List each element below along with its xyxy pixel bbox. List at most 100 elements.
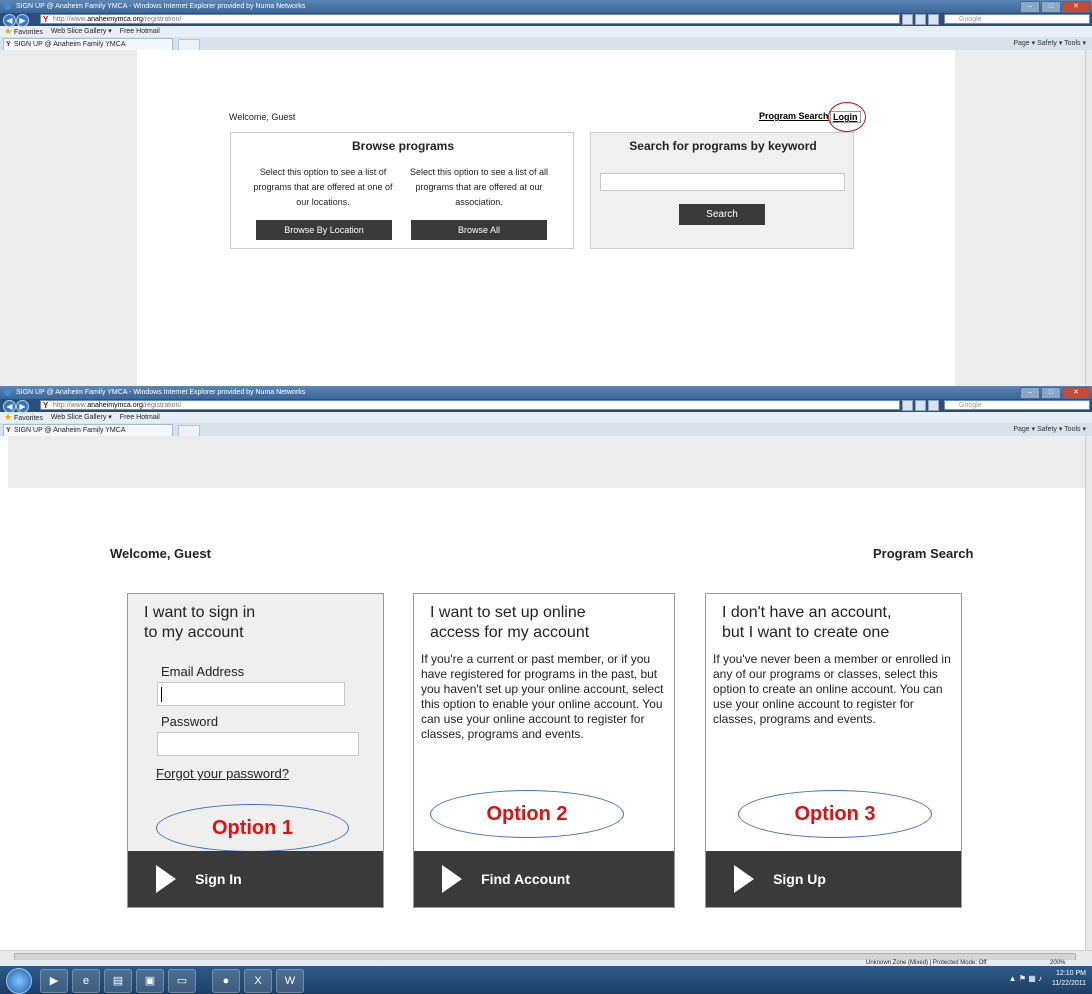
- option-3-annotation: Option 3: [738, 790, 932, 838]
- command-bar[interactable]: Page ▾ Safety ▾ Tools ▾: [1013, 38, 1086, 49]
- compat-view-icon[interactable]: [902, 400, 913, 411]
- document-icon[interactable]: ▤: [104, 969, 132, 993]
- vertical-scrollbar-bottom[interactable]: [1085, 436, 1092, 950]
- ie-icon: [4, 3, 11, 10]
- sign-up-description: If you've never been a member or enrolle…: [713, 652, 951, 726]
- browse-location-description: Select this option to see a list of prog…: [253, 167, 393, 207]
- address-bar-row: ◀ ▶ Yhttp://www.anaheimymca.org/registra…: [0, 13, 1092, 27]
- sign-up-title: I don't have an account, but I want to cr…: [722, 604, 892, 641]
- program-search-link[interactable]: Program Search: [759, 111, 829, 121]
- sign-up-button[interactable]: Sign Up: [706, 851, 961, 907]
- web-slice-gallery-link[interactable]: Web Slice Gallery ▾: [51, 26, 112, 37]
- play-icon: [734, 865, 754, 893]
- find-account-description: If you're a current or past member, or i…: [421, 652, 664, 741]
- taskbar: ▶ e ▤ ▣ ▭ ● X W ▲ ⚑ ▦ ♪ 12:10 PM 11/22/20…: [0, 966, 1092, 994]
- browse-all-button[interactable]: Browse All: [411, 220, 547, 240]
- refresh-icon[interactable]: [915, 14, 926, 25]
- play-icon: [156, 865, 176, 893]
- web-slice-gallery-link[interactable]: Web Slice Gallery ▾: [51, 412, 112, 423]
- play-icon: [442, 865, 462, 893]
- find-account-button[interactable]: Find Account: [414, 851, 674, 907]
- compat-view-icon[interactable]: [902, 14, 913, 25]
- email-label: Email Address: [161, 664, 245, 679]
- title-bar: SIGN UP @ Anaheim Family YMCA - Windows …: [0, 0, 1092, 13]
- title-bar: SIGN UP @ Anaheim Family YMCA - Windows …: [0, 386, 1092, 399]
- favorites-bar: ★ Favorites Web Slice Gallery ▾ Free Hot…: [0, 412, 1092, 423]
- star-icon: ★: [4, 411, 13, 422]
- program-search-link[interactable]: Program Search: [873, 546, 973, 561]
- maximize-button[interactable]: □: [1041, 1, 1061, 13]
- stop-icon[interactable]: [928, 14, 939, 25]
- vertical-scrollbar-top[interactable]: [1085, 50, 1092, 386]
- favorites-button[interactable]: ★ Favorites: [4, 412, 43, 424]
- address-bar-row: ◀ ▶ Yhttp://www.anaheimymca.org/registra…: [0, 399, 1092, 413]
- back-icon[interactable]: ◀: [3, 14, 16, 27]
- text-cursor: [161, 687, 162, 702]
- browser-window-bottom: SIGN UP @ Anaheim Family YMCA - Windows …: [0, 386, 1092, 966]
- ymca-favicon-icon: Y: [43, 401, 49, 410]
- browse-programs-box: Browse programs Select this option to se…: [230, 132, 574, 249]
- photo-icon[interactable]: ▣: [136, 969, 164, 993]
- system-tray-icons[interactable]: ▲ ⚑ ▦ ♪: [1009, 974, 1042, 983]
- page-content: Welcome, Guest Program Search Login Brow…: [137, 50, 955, 386]
- password-field[interactable]: [157, 732, 359, 756]
- search-engine-input[interactable]: Google: [944, 14, 1090, 24]
- ie-icon: [4, 389, 11, 396]
- free-hotmail-link[interactable]: Free Hotmail: [120, 26, 160, 37]
- free-hotmail-link[interactable]: Free Hotmail: [120, 412, 160, 423]
- sign-up-card: I don't have an account, but I want to cr…: [705, 593, 962, 908]
- password-label: Password: [161, 714, 219, 729]
- welcome-text: Welcome, Guest: [229, 112, 296, 122]
- maximize-button[interactable]: □: [1041, 387, 1061, 399]
- minimize-button[interactable]: –: [1020, 387, 1040, 399]
- window-title: SIGN UP @ Anaheim Family YMCA - Windows …: [16, 389, 306, 396]
- forgot-password-link[interactable]: Forgot your password?: [156, 766, 289, 781]
- favorites-bar: ★ Favorites Web Slice Gallery ▾ Free Hot…: [0, 26, 1092, 37]
- window-title: SIGN UP @ Anaheim Family YMCA - Windows …: [16, 3, 306, 10]
- browse-programs-title: Browse programs: [351, 139, 455, 153]
- keyword-search-box: Search for programs by keyword Search: [590, 132, 854, 249]
- option-1-annotation: Option 1: [156, 804, 349, 852]
- firefox-icon[interactable]: ●: [212, 969, 240, 993]
- system-clock[interactable]: 12:10 PM 11/22/2011: [1052, 969, 1086, 989]
- keyword-search-input[interactable]: [600, 173, 845, 191]
- minimize-button[interactable]: –: [1020, 1, 1040, 13]
- back-icon[interactable]: ◀: [3, 400, 16, 413]
- media-player-icon[interactable]: ▶: [40, 969, 68, 993]
- address-input[interactable]: Yhttp://www.anaheimymca.org/registration…: [40, 400, 900, 410]
- star-icon: ★: [4, 25, 13, 36]
- browse-by-location-button[interactable]: Browse By Location: [256, 220, 392, 240]
- tab-signup[interactable]: Y SIGN UP @ Anaheim Family YMCA: [3, 38, 173, 50]
- ymca-favicon-icon: Y: [43, 15, 49, 24]
- option-2-annotation: Option 2: [430, 790, 624, 838]
- keyword-search-button[interactable]: Search: [679, 204, 765, 225]
- sign-in-button[interactable]: Sign In: [128, 851, 383, 907]
- forward-icon[interactable]: ▶: [16, 400, 29, 413]
- find-account-card: I want to set up online access for my acc…: [413, 593, 675, 908]
- find-account-title: I want to set up online access for my acc…: [430, 604, 590, 641]
- browse-all-description: Select this option to see a list of all …: [409, 167, 549, 207]
- refresh-icon[interactable]: [915, 400, 926, 411]
- command-bar[interactable]: Page ▾ Safety ▾ Tools ▾: [1013, 424, 1086, 435]
- folder-icon[interactable]: ▭: [168, 969, 196, 993]
- page-header-band: [8, 436, 1086, 488]
- browser-window-top: SIGN UP @ Anaheim Family YMCA - Windows …: [0, 0, 1092, 386]
- sign-in-card: I want to sign in to my account Email Add…: [127, 593, 384, 908]
- stop-icon[interactable]: [928, 400, 939, 411]
- sign-in-title: I want to sign in to my account: [144, 604, 256, 641]
- address-input[interactable]: Yhttp://www.anaheimymca.org/registration…: [40, 14, 900, 24]
- tab-signup[interactable]: Y SIGN UP @ Anaheim Family YMCA: [3, 424, 173, 436]
- favorites-button[interactable]: ★ Favorites: [4, 26, 43, 38]
- forward-icon[interactable]: ▶: [16, 14, 29, 27]
- welcome-text: Welcome, Guest: [110, 546, 211, 561]
- excel-icon[interactable]: X: [244, 969, 272, 993]
- word-icon[interactable]: W: [276, 969, 304, 993]
- internet-explorer-icon[interactable]: e: [72, 969, 100, 993]
- login-highlight-circle: [828, 102, 866, 132]
- close-button[interactable]: ✕: [1062, 1, 1090, 13]
- start-button[interactable]: [6, 968, 32, 994]
- email-field[interactable]: [157, 682, 345, 706]
- search-engine-input[interactable]: Google: [944, 400, 1090, 410]
- close-button[interactable]: ✕: [1062, 387, 1090, 399]
- tab-bar: Y SIGN UP @ Anaheim Family YMCA Page ▾ Sa…: [0, 423, 1092, 437]
